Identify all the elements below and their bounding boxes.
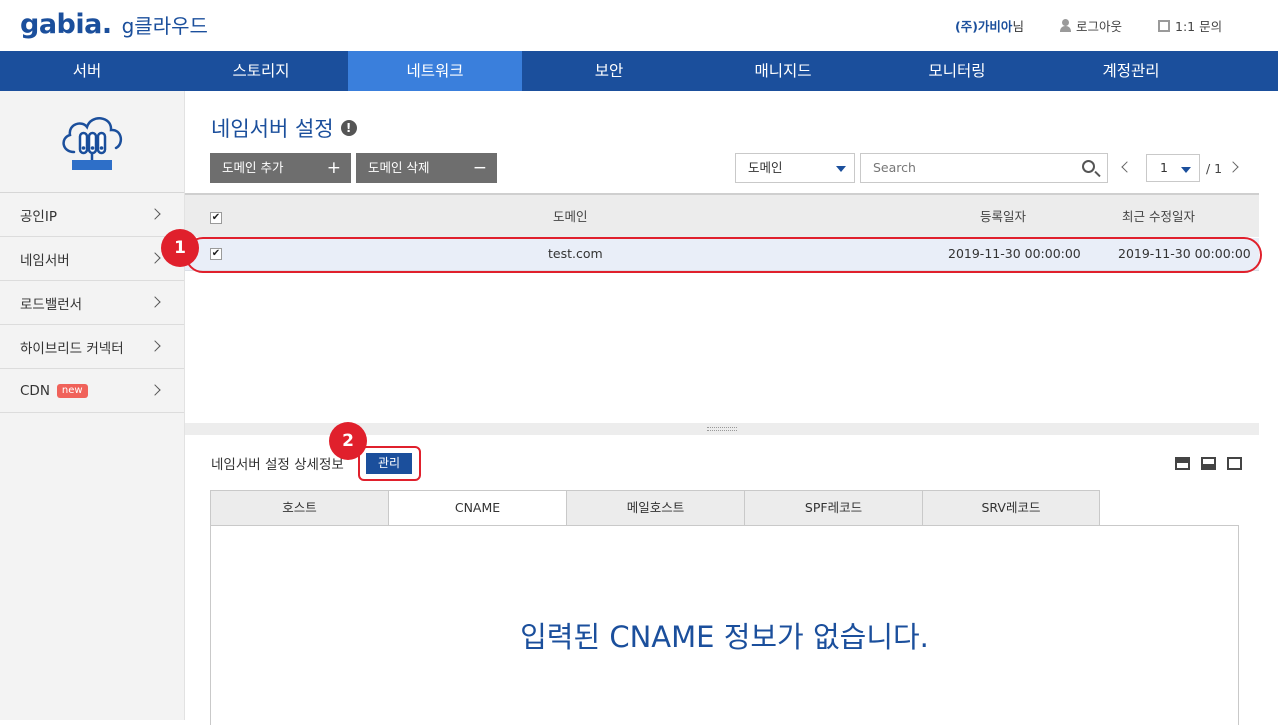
logo-text: gabia. (20, 9, 112, 40)
grip-icon (707, 427, 737, 431)
logout-link[interactable]: 로그아웃 (1060, 16, 1122, 35)
delete-domain-label: 도메인 삭제 (368, 160, 430, 175)
view-toggle-group (1175, 457, 1242, 470)
search-filter-select[interactable]: 도메인 (735, 153, 855, 183)
delete-domain-button[interactable]: 도메인 삭제 − (356, 153, 497, 183)
half-panel-icon[interactable] (1201, 457, 1216, 470)
nav-item-security[interactable]: 보안 (522, 51, 696, 91)
logout-label: 로그아웃 (1076, 19, 1123, 34)
plus-icon: + (326, 158, 341, 178)
search-input[interactable]: Search (860, 153, 1108, 183)
page-title-text: 네임서버 설정 (211, 117, 334, 141)
sidebar: 공인IP 네임서버 로드밸런서 하이브리드 커넥터 CDN new (0, 91, 185, 720)
search-icon[interactable] (1082, 160, 1095, 173)
sidebar-item-label: 네임서버 (20, 252, 70, 269)
gabia-logo[interactable]: gabia. g클라우드 (20, 9, 208, 43)
column-header-modified[interactable]: 최근 수정일자 (1122, 210, 1195, 224)
minus-icon: − (472, 158, 487, 178)
tab-spf-record[interactable]: SPF레코드 (744, 490, 922, 526)
maximize-panel-icon[interactable] (1227, 457, 1242, 470)
sidebar-item-load-balancer[interactable]: 로드밸런서 (0, 281, 184, 325)
new-badge: new (56, 383, 88, 398)
nav-item-managed[interactable]: 매니지드 (696, 51, 870, 91)
search-filter-value: 도메인 (748, 160, 783, 175)
empty-message: 입력된 CNAME 정보가 없습니다. (520, 620, 929, 654)
detail-tabs: 호스트 CNAME 메일호스트 SPF레코드 SRV레코드 (210, 490, 1100, 526)
chevron-right-icon (149, 296, 161, 308)
tab-host[interactable]: 호스트 (210, 490, 388, 526)
nav-item-monitoring[interactable]: 모니터링 (870, 51, 1044, 91)
column-header-domain[interactable]: 도메인 (553, 210, 588, 224)
tab-srv-record[interactable]: SRV레코드 (922, 490, 1100, 526)
tab-cname[interactable]: CNAME (388, 490, 566, 526)
annotation-marker-2: 2 (329, 422, 367, 460)
row-highlight-annotation (185, 237, 1262, 273)
logo-subtitle: g클라우드 (121, 14, 208, 38)
select-all-checkbox[interactable]: ✔ (210, 212, 222, 224)
network-cloud-icon (0, 91, 184, 193)
chevron-right-icon (149, 340, 161, 352)
note-icon (1158, 19, 1170, 32)
search-placeholder: Search (873, 160, 916, 175)
sidebar-item-cdn[interactable]: CDN new (0, 369, 184, 413)
person-icon (1060, 19, 1071, 32)
main-nav: 서버 스토리지 네트워크 보안 매니지드 모니터링 계정관리 (0, 51, 1278, 91)
sidebar-item-label: CDN (20, 382, 50, 399)
inquiry-link[interactable]: 1:1 문의 (1158, 16, 1222, 35)
manage-highlight-annotation (358, 446, 421, 481)
page-select[interactable]: 1 (1146, 154, 1200, 182)
add-domain-button[interactable]: 도메인 추가 + (210, 153, 351, 183)
inquiry-label: 1:1 문의 (1175, 19, 1223, 34)
sidebar-item-nameserver[interactable]: 네임서버 (0, 237, 184, 281)
minimize-panel-icon[interactable] (1175, 457, 1190, 470)
annotation-marker-1: 1 (161, 229, 199, 267)
nav-item-network[interactable]: 네트워크 (348, 51, 522, 91)
company-name-text: (주)가비아 (955, 19, 1013, 34)
page-title: 네임서버 설정 ! (211, 113, 357, 143)
main-content: 네임서버 설정 ! 도메인 추가 + 도메인 삭제 − 도메인 Search 1… (161, 91, 1262, 725)
page-current: 1 (1160, 160, 1168, 175)
top-bar: gabia. g클라우드 (주)가비아님 로그아웃 1:1 문의 (0, 0, 1278, 51)
sidebar-item-label: 로드밸런서 (20, 296, 83, 313)
chevron-right-icon (149, 384, 161, 396)
dropdown-arrow-icon (1181, 167, 1191, 173)
nav-item-account[interactable]: 계정관리 (1044, 51, 1218, 91)
page-total: / 1 (1206, 161, 1223, 176)
next-page-icon[interactable] (1227, 161, 1239, 173)
column-header-registered[interactable]: 등록일자 (980, 210, 1026, 224)
nav-item-storage[interactable]: 스토리지 (174, 51, 348, 91)
info-icon[interactable]: ! (340, 120, 357, 136)
detail-title: 네임서버 설정 상세정보 (211, 457, 344, 473)
chevron-right-icon (149, 252, 161, 264)
dropdown-arrow-icon (836, 166, 846, 172)
table-header: ✔ 도메인 등록일자 최근 수정일자 (185, 193, 1259, 237)
sidebar-item-hybrid-connector[interactable]: 하이브리드 커넥터 (0, 325, 184, 369)
add-domain-label: 도메인 추가 (222, 160, 284, 175)
sidebar-item-label: 공인IP (20, 208, 57, 225)
nav-item-server[interactable]: 서버 (0, 51, 174, 91)
sidebar-item-label: 하이브리드 커넥터 (20, 340, 124, 357)
chevron-right-icon (149, 208, 161, 220)
tab-mail-host[interactable]: 메일호스트 (566, 490, 744, 526)
sidebar-item-public-ip[interactable]: 공인IP (0, 193, 184, 237)
tab-panel: 입력된 CNAME 정보가 없습니다. (210, 525, 1239, 725)
company-name: (주)가비아님 (955, 16, 1024, 35)
prev-page-icon[interactable] (1121, 161, 1133, 173)
company-suffix: 님 (1012, 19, 1024, 34)
